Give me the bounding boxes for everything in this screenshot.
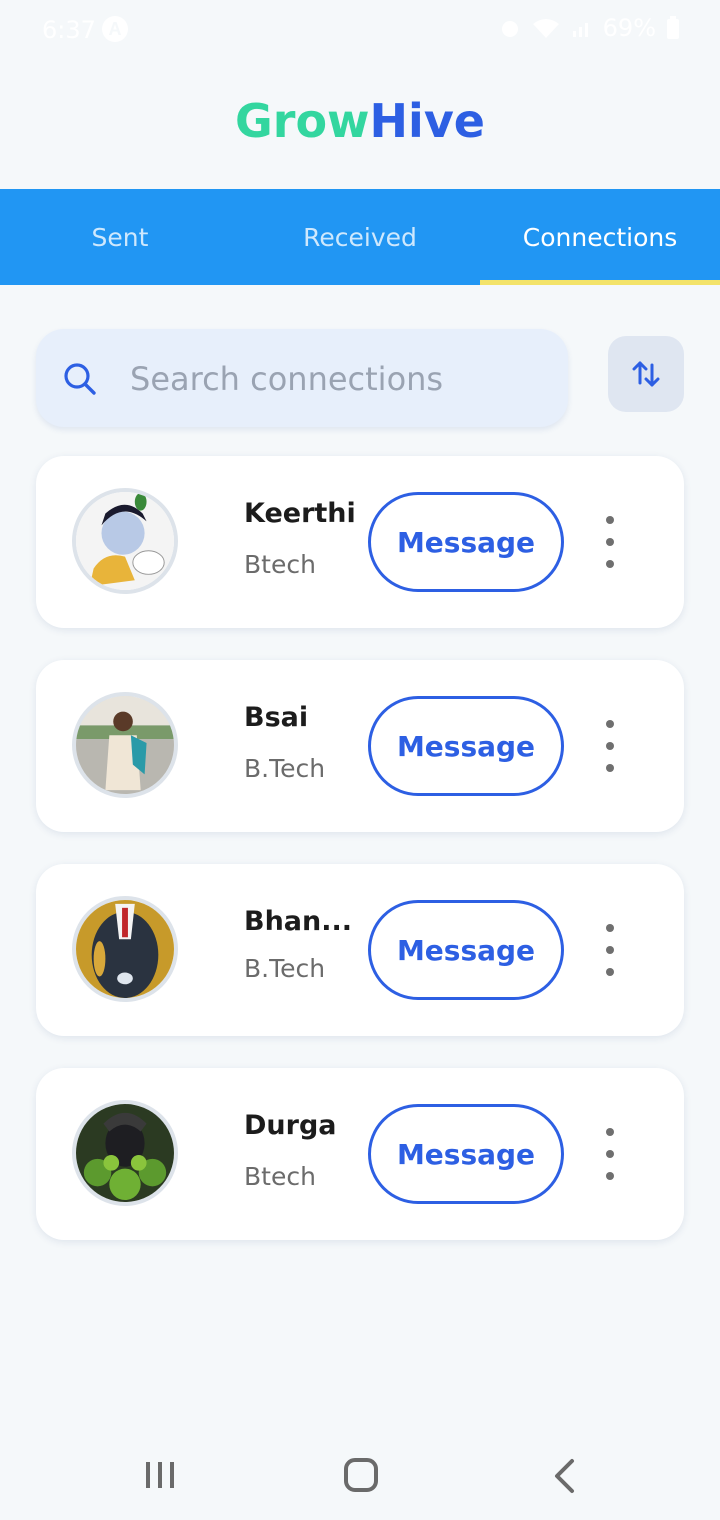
search-input[interactable] xyxy=(128,353,552,405)
connection-card: Bsai B.Tech Message xyxy=(36,660,684,832)
connection-degree: Btech xyxy=(244,1162,316,1191)
alarm-icon xyxy=(501,21,518,37)
more-options-icon[interactable] xyxy=(592,720,628,772)
back-icon[interactable] xyxy=(552,1458,576,1494)
system-nav-bar xyxy=(0,1430,720,1520)
signal-icon xyxy=(572,23,588,37)
connection-degree: B.Tech xyxy=(244,954,326,983)
avatar[interactable] xyxy=(72,1100,178,1206)
connection-name: Bsai xyxy=(244,702,309,733)
sort-arrows-icon xyxy=(632,361,660,387)
tab-connections[interactable]: Connections xyxy=(480,189,720,285)
connection-name: Durga xyxy=(244,1110,337,1141)
message-button[interactable]: Message xyxy=(368,900,564,1000)
status-bar: 6:37 A 69% xyxy=(0,0,720,60)
avatar[interactable] xyxy=(72,488,178,594)
app-title-part1: Grow xyxy=(235,94,370,148)
connection-name: Keerthi xyxy=(244,498,354,529)
battery-percent: 69% xyxy=(602,14,656,42)
app-title-part2: Hive xyxy=(369,94,485,148)
search-icon xyxy=(64,363,96,395)
connection-card: Durga Btech Message xyxy=(36,1068,684,1240)
recents-icon[interactable] xyxy=(144,1460,176,1490)
connection-degree: B.Tech xyxy=(244,754,326,783)
status-time: 6:37 xyxy=(42,16,96,44)
wifi-icon xyxy=(532,19,559,38)
search-box[interactable] xyxy=(36,329,568,427)
message-button[interactable]: Message xyxy=(368,696,564,796)
connection-degree: Btech xyxy=(244,550,316,579)
avatar-image xyxy=(76,696,174,794)
home-icon[interactable] xyxy=(344,1458,378,1492)
status-icons: 69% xyxy=(499,14,680,42)
message-button[interactable]: Message xyxy=(368,492,564,592)
avatar[interactable] xyxy=(72,896,178,1002)
message-button[interactable]: Message xyxy=(368,1104,564,1204)
tab-bar: Sent Received Connections xyxy=(0,189,720,285)
tab-sent[interactable]: Sent xyxy=(0,189,240,285)
accessibility-icon: A xyxy=(102,16,128,42)
connection-card: Keerthi Btech Message xyxy=(36,456,684,628)
tab-received[interactable]: Received xyxy=(240,189,480,285)
avatar-image xyxy=(76,492,174,590)
app-header: GrowHive xyxy=(0,60,720,190)
connection-name: Bhan... xyxy=(244,906,353,937)
more-options-icon[interactable] xyxy=(592,1128,628,1180)
connection-card: Bhan... B.Tech Message xyxy=(36,864,684,1036)
app-title: GrowHive xyxy=(0,94,720,148)
avatar-image xyxy=(76,900,174,998)
more-options-icon[interactable] xyxy=(592,924,628,976)
more-options-icon[interactable] xyxy=(592,516,628,568)
avatar-image xyxy=(76,1104,174,1202)
sort-button[interactable] xyxy=(608,336,684,412)
battery-icon xyxy=(667,16,679,39)
avatar[interactable] xyxy=(72,692,178,798)
